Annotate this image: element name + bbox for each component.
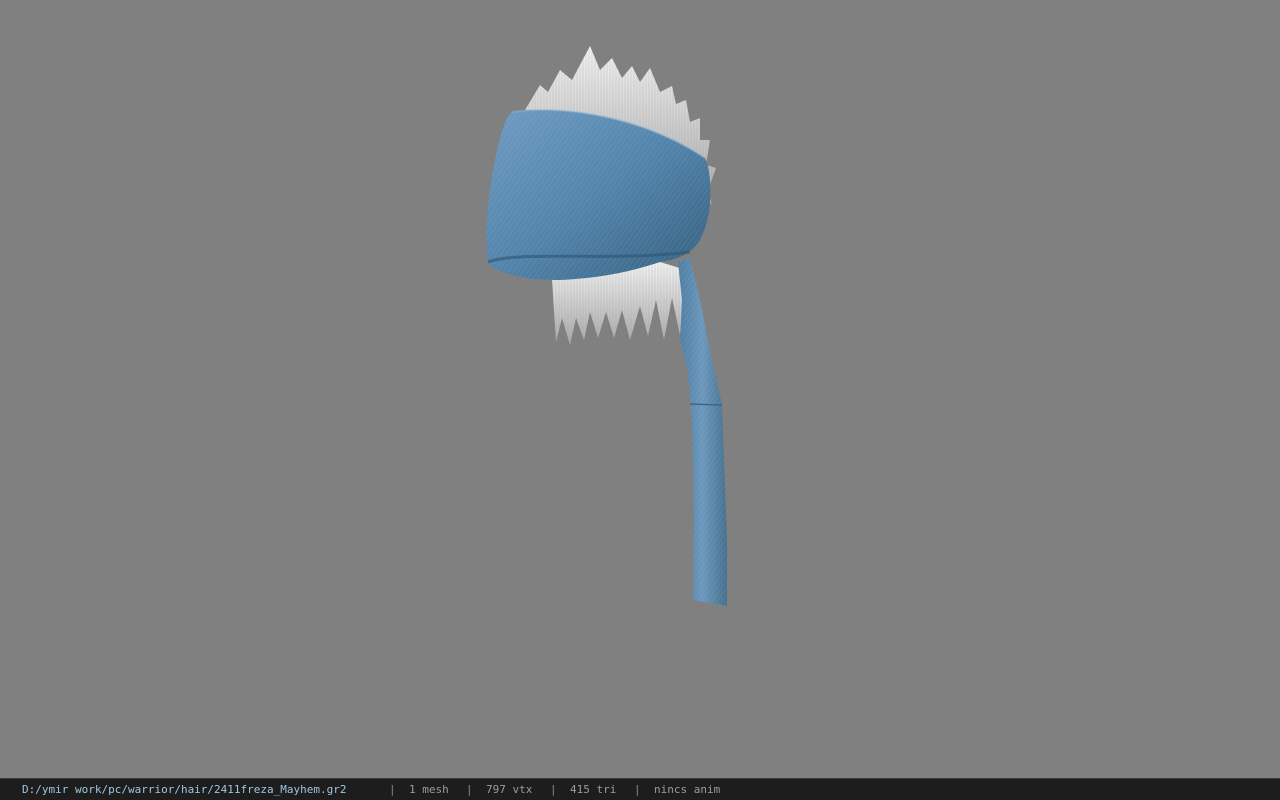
status-bar: D:/ymir work/pc/warrior/hair/2411freza_M… <box>0 778 1280 800</box>
status-separator: | <box>550 783 557 796</box>
status-separator: | <box>389 783 396 796</box>
bandana-tail <box>678 258 727 606</box>
status-separator: | <box>634 783 641 796</box>
triangle-count-label: 415 tri <box>570 783 617 796</box>
animation-status-label: nincs anim <box>654 783 721 796</box>
hair-model-render <box>486 46 727 606</box>
vertex-count-label: 797 vtx <box>486 783 533 796</box>
model-viewport[interactable] <box>0 0 1280 778</box>
status-separator: | <box>466 783 473 796</box>
file-path-label: D:/ymir work/pc/warrior/hair/2411freza_M… <box>22 783 347 796</box>
mesh-count-label: 1 mesh <box>409 783 449 796</box>
